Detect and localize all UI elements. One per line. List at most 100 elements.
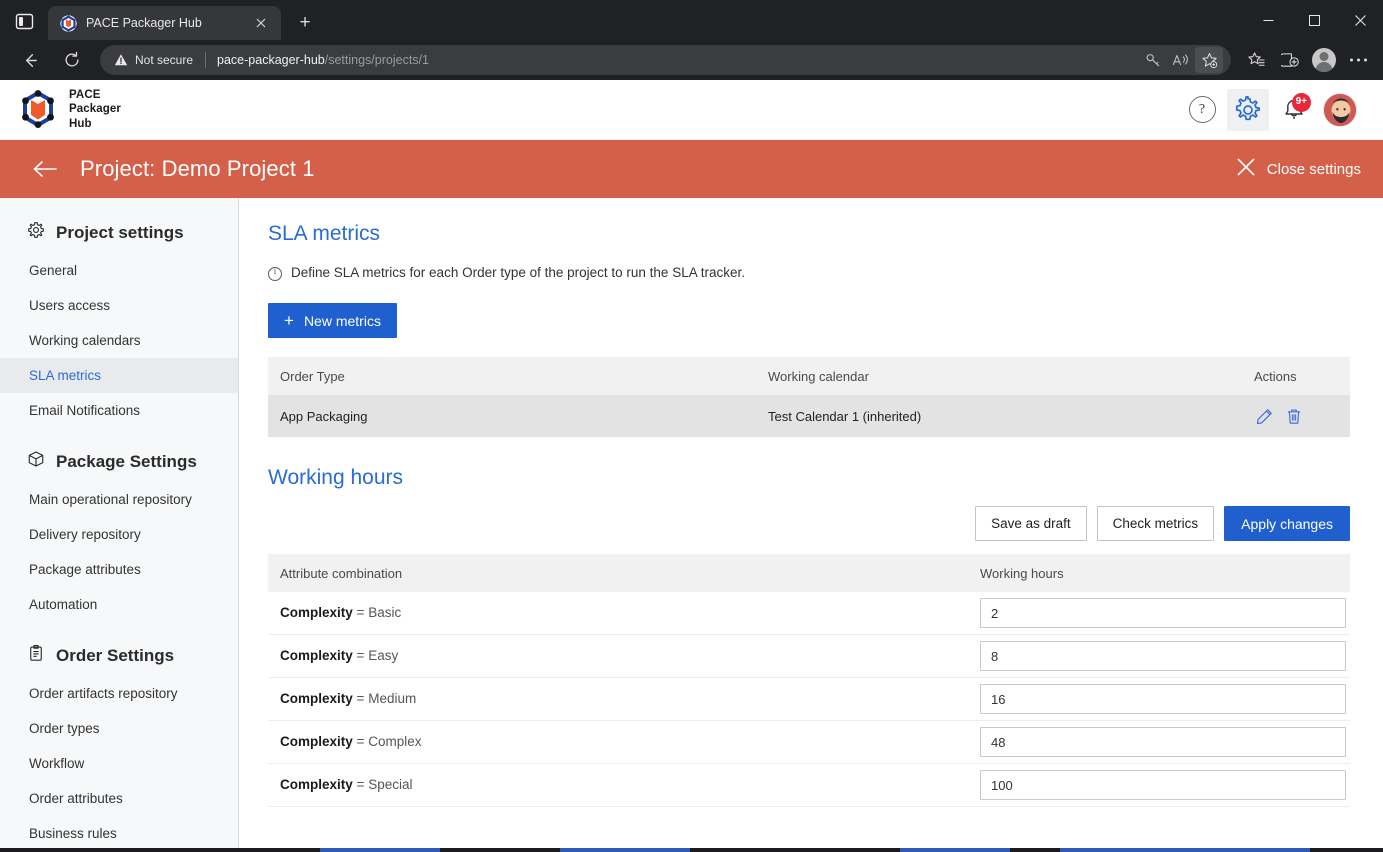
taskbar-sliver xyxy=(0,848,1383,852)
reload-icon[interactable] xyxy=(56,44,88,76)
omnibox-separator xyxy=(205,52,207,68)
delete-icon[interactable] xyxy=(1284,406,1304,426)
sidebar-item-general[interactable]: General xyxy=(0,253,238,288)
new-tab-button[interactable]: + xyxy=(290,7,320,37)
sidebar-item-order-attributes[interactable]: Order attributes xyxy=(0,781,238,816)
browser-tab[interactable]: PACE Packager Hub xyxy=(48,6,281,40)
project-bar: Project: Demo Project 1 Close settings xyxy=(0,140,1383,198)
save-as-draft-button[interactable]: Save as draft xyxy=(975,506,1087,541)
sla-hint: Define SLA metrics for each Order type o… xyxy=(268,265,1350,281)
back-arrow-icon[interactable] xyxy=(14,44,46,76)
sidebar-item-business-rules[interactable]: Business rules xyxy=(0,816,238,848)
cell-attribute: Complexity = Complex xyxy=(268,720,968,764)
settings-sidebar: Project settings General Users access Wo… xyxy=(0,198,239,848)
attribute-name: Complexity xyxy=(280,648,353,663)
sidebar-item-working-calendars[interactable]: Working calendars xyxy=(0,323,238,358)
working-hours-input[interactable] xyxy=(980,770,1346,800)
close-icon[interactable] xyxy=(1337,0,1383,40)
maximize-icon[interactable] xyxy=(1291,0,1337,40)
working-hours-table: Attribute combination Working hours Comp… xyxy=(268,554,1350,807)
help-icon[interactable]: ? xyxy=(1181,89,1223,131)
working-hours-actions: Save as draft Check metrics Apply change… xyxy=(268,506,1350,541)
omnibox-actions xyxy=(1139,47,1223,73)
sla-hint-text: Define SLA metrics for each Order type o… xyxy=(291,265,745,280)
sidebar-group-package-settings: Package Settings xyxy=(0,428,238,482)
sidebar-group-label: Order Settings xyxy=(56,645,175,665)
attribute-name: Complexity xyxy=(280,734,353,749)
brand-line-1: PACE xyxy=(69,89,101,102)
app-brand[interactable]: PACE Packager Hub xyxy=(20,88,121,130)
check-metrics-button[interactable]: Check metrics xyxy=(1096,506,1215,541)
sidebar-item-sla-metrics[interactable]: SLA metrics xyxy=(0,358,238,393)
sidebar-item-delivery-repository[interactable]: Delivery repository xyxy=(0,517,238,552)
working-hours-input[interactable] xyxy=(980,641,1346,671)
read-aloud-icon[interactable] xyxy=(1167,47,1195,73)
attribute-operator: = xyxy=(356,605,365,620)
collections-icon[interactable] xyxy=(1273,44,1307,76)
tab-title: PACE Packager Hub xyxy=(86,16,202,30)
apply-changes-button[interactable]: Apply changes xyxy=(1224,506,1350,541)
close-icon[interactable] xyxy=(250,12,272,34)
sidebar-group-label: Project settings xyxy=(56,222,184,242)
table-row: Complexity = Basic xyxy=(268,592,1350,635)
new-metrics-button[interactable]: + New metrics xyxy=(268,303,397,338)
table-header-row: Order Type Working calendar Actions xyxy=(268,357,1350,395)
sla-metrics-table: Order Type Working calendar Actions App … xyxy=(268,357,1350,437)
key-icon[interactable] xyxy=(1139,47,1167,73)
attribute-operator: = xyxy=(356,777,365,792)
sidebar-item-order-artifacts-repository[interactable]: Order artifacts repository xyxy=(0,676,238,711)
table-row: App Packaging Test Calendar 1 (inherited… xyxy=(268,395,1350,437)
plus-icon: + xyxy=(284,311,294,330)
user-avatar[interactable] xyxy=(1319,89,1361,131)
sidebar-group-order-settings: Order Settings xyxy=(0,622,238,676)
cell-attribute: Complexity = Medium xyxy=(268,677,968,721)
settings-and-more-icon[interactable] xyxy=(1341,44,1375,76)
working-hours-input[interactable] xyxy=(980,727,1346,757)
address-bar[interactable]: Not secure pace-packager-hub/settings/pr… xyxy=(100,45,1231,75)
sidebar-item-package-attributes[interactable]: Package attributes xyxy=(0,552,238,587)
sidebar-item-automation[interactable]: Automation xyxy=(0,587,238,622)
favorites-icon[interactable] xyxy=(1239,44,1273,76)
warning-triangle-icon xyxy=(114,53,128,67)
browser-titlebar: PACE Packager Hub + xyxy=(0,0,1383,40)
attribute-name: Complexity xyxy=(280,605,353,620)
package-icon xyxy=(27,450,45,473)
minimize-icon[interactable] xyxy=(1245,0,1291,40)
gear-icon[interactable] xyxy=(1227,88,1269,131)
bell-icon[interactable]: 9+ xyxy=(1273,89,1315,131)
cell-hours xyxy=(968,720,1350,764)
attribute-operator: = xyxy=(356,734,365,749)
close-settings-button[interactable]: Close settings xyxy=(1237,158,1361,180)
sidebar-item-workflow[interactable]: Workflow xyxy=(0,746,238,781)
app-header: PACE Packager Hub ? 9+ xyxy=(0,80,1383,140)
sidebar-item-order-types[interactable]: Order types xyxy=(0,711,238,746)
sidebar-item-users-access[interactable]: Users access xyxy=(0,288,238,323)
working-hours-input[interactable] xyxy=(980,684,1346,714)
brand-line-3: Hub xyxy=(69,117,92,130)
working-hours-input[interactable] xyxy=(980,598,1346,628)
security-status[interactable]: Not secure xyxy=(114,53,193,67)
pace-cube-logo-icon xyxy=(20,90,56,129)
col-attribute-combination: Attribute combination xyxy=(268,554,968,592)
sidebar-item-main-operational-repository[interactable]: Main operational repository xyxy=(0,482,238,517)
attribute-value: Medium xyxy=(368,691,417,706)
working-hours-heading: Working hours xyxy=(268,466,404,489)
split-pane-icon[interactable] xyxy=(7,6,41,36)
avatar xyxy=(1323,92,1357,127)
back-arrow-icon[interactable] xyxy=(28,152,62,186)
pace-cube-icon xyxy=(60,14,77,32)
cell-attribute: Complexity = Easy xyxy=(268,634,968,678)
attribute-value: Basic xyxy=(368,605,402,620)
brand-text: PACE Packager Hub xyxy=(69,88,121,130)
edit-icon[interactable] xyxy=(1254,406,1274,426)
window-controls xyxy=(1245,0,1383,40)
security-label: Not secure xyxy=(135,53,194,67)
table-header-row: Attribute combination Working hours xyxy=(268,554,1350,592)
sidebar-item-email-notifications[interactable]: Email Notifications xyxy=(0,393,238,428)
close-settings-label: Close settings xyxy=(1266,160,1361,178)
cell-attribute: Complexity = Special xyxy=(268,763,968,807)
table-row: Complexity = Medium xyxy=(268,677,1350,721)
profile-icon[interactable] xyxy=(1307,44,1341,76)
notifications-badge: 9+ xyxy=(1291,92,1311,112)
add-favorite-icon[interactable] xyxy=(1195,47,1223,73)
